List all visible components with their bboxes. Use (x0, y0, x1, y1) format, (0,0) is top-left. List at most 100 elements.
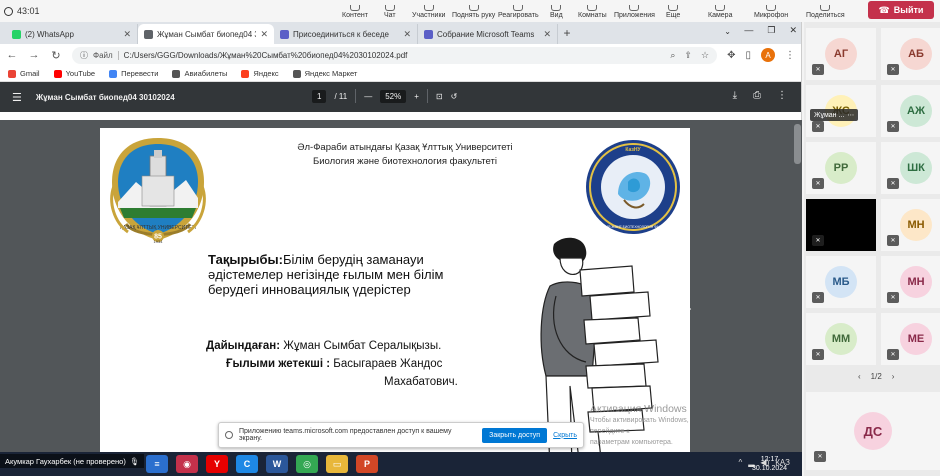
browser-tab-2[interactable]: Присоединиться к беседе ✕ (274, 24, 418, 44)
more-options-icon[interactable]: ⋮ (777, 90, 787, 101)
chevron-left-icon[interactable]: ‹ (858, 372, 861, 381)
toolbar-icon (715, 5, 726, 11)
bookmark-5[interactable]: Яндекс Маркет (292, 69, 357, 78)
reload-icon[interactable]: ↻ (50, 49, 62, 62)
zoom-in-icon[interactable]: + (414, 92, 419, 101)
pdf-viewport[interactable]: ҚАЗАҚ ҰЛТТЫҚ УНИВЕРСИТЕТІ 85 1934 Әл-Фар… (0, 120, 802, 452)
word-icon[interactable]: W (266, 455, 288, 473)
davinci-icon[interactable]: ◉ (176, 455, 198, 473)
self-view-tile[interactable]: ДС ✕ (806, 392, 940, 470)
bookmark-label: Перевести (121, 69, 159, 78)
zoom-icon[interactable]: ⌕ (670, 50, 675, 61)
tab-close-icon[interactable]: ✕ (260, 29, 268, 40)
participant-tile-11[interactable]: МЕ ✕ (881, 313, 940, 365)
bookmark-4[interactable]: Яндекс (241, 69, 279, 78)
toolbar-icon (551, 5, 562, 11)
info-icon (225, 431, 233, 439)
more-icon[interactable]: ⋯ (847, 111, 854, 119)
participant-tile-4[interactable]: РР ✕ (806, 142, 876, 194)
zoom-out-icon[interactable]: — (364, 92, 372, 101)
bookmark-3[interactable]: Авиабилеты (172, 69, 227, 78)
participant-tile-6[interactable]: ✕ (806, 199, 876, 251)
bookmark-star-icon[interactable]: ☆ (701, 50, 709, 61)
ccleaner-icon[interactable]: C (236, 455, 258, 473)
teams-tool-label: Микрофон (754, 12, 789, 19)
teams-tool-1[interactable]: Чат (384, 0, 396, 22)
close-icon[interactable]: ✕ (789, 25, 797, 36)
hamburger-menu-icon[interactable]: ☰ (12, 91, 22, 104)
tab-close-icon[interactable]: ✕ (123, 29, 131, 40)
minimize-icon[interactable]: — (744, 25, 753, 36)
browser-tab-1[interactable]: Жұман Сымбат биопед04 30102 ✕ (138, 24, 274, 44)
participant-tile-5[interactable]: ШК ✕ (881, 142, 940, 194)
participant-tile-0[interactable]: АГ ✕ (806, 28, 876, 80)
mic-off-icon: ✕ (812, 178, 824, 189)
print-icon[interactable]: ⎙ (753, 90, 761, 101)
supervisor-line: Ғылыми жетекші : Басыгараев Жандос (226, 358, 442, 370)
download-icon[interactable]: ⤓ (733, 90, 737, 101)
page-number-input[interactable]: 1 (312, 89, 327, 103)
teams-tool-10[interactable]: Микрофон (754, 0, 788, 22)
browser-tab-3[interactable]: Собрание Microsoft Teams ✕ (418, 24, 558, 44)
address-url[interactable]: C:/Users/GGG/Downloads/Жұман%20Сымбат%20… (124, 51, 666, 60)
teams-tool-8[interactable]: Еще (666, 0, 680, 22)
chrome-icon[interactable]: ◎ (296, 455, 318, 473)
participant-tile-9[interactable]: МН ✕ (881, 256, 940, 308)
teams-tool-0[interactable]: Контент (342, 0, 368, 22)
teams-tool-5[interactable]: Вид (550, 0, 563, 22)
zoom-input[interactable]: 52% (380, 89, 407, 103)
pdf-scrollbar[interactable] (793, 120, 802, 452)
bookmark-2[interactable]: Перевести (109, 69, 158, 78)
activation-sub-2: параметрам компьютера. (590, 439, 673, 446)
presenter-name-label: Акумкар Гаухарбек (не проверено) 🎙 (0, 454, 145, 468)
toolbar-icon (468, 5, 479, 11)
explorer-icon[interactable]: ▭ (326, 455, 348, 473)
chevron-right-icon[interactable]: › (892, 372, 895, 381)
tab-close-icon[interactable]: ✕ (403, 29, 411, 40)
info-icon[interactable]: ⓘ (80, 50, 88, 61)
menu-kebab-icon[interactable]: ⋮ (785, 50, 795, 61)
bookmark-0[interactable]: Gmail (8, 69, 40, 78)
shield-icon (4, 6, 13, 16)
participant-tile-2[interactable]: ЖСЖұман ...⋯✕ (806, 85, 876, 137)
leave-button[interactable]: ☎ Выйти (868, 1, 934, 19)
system-clock[interactable]: 12:17 30.10.2024 (752, 455, 787, 473)
rotate-icon[interactable]: ↺ (451, 92, 458, 101)
teams-tool-3[interactable]: Поднять руку (452, 0, 495, 22)
fit-page-icon[interactable]: ⊡ (436, 92, 443, 101)
teams-tool-4[interactable]: Реагировать (498, 0, 539, 22)
profile-avatar[interactable]: A (761, 48, 775, 62)
back-icon[interactable]: ← (6, 49, 18, 61)
tray-chevron-icon[interactable]: ^ (739, 458, 743, 467)
participant-tile-3[interactable]: АЖ ✕ (881, 85, 940, 137)
browser-tab-0[interactable]: (2) WhatsApp ✕ (6, 24, 138, 44)
maximize-icon[interactable]: ❐ (767, 25, 775, 36)
share-icon[interactable]: ⇪ (684, 50, 692, 61)
teams-tool-11[interactable]: Поделиться (806, 0, 845, 22)
bookmark-1[interactable]: YouTube (53, 69, 95, 78)
teams-tool-7[interactable]: Приложения (614, 0, 655, 22)
new-tab-button[interactable]: + (558, 26, 576, 40)
taskview-icon[interactable]: ≡ (146, 455, 168, 473)
yandex-browser-icon[interactable]: Y (206, 455, 228, 473)
forward-icon[interactable]: → (28, 49, 40, 61)
extensions-icon[interactable]: ✥ (727, 50, 735, 61)
participant-tile-7[interactable]: МН ✕ (881, 199, 940, 251)
toolbar-icon (349, 5, 360, 11)
teams-tool-2[interactable]: Участники (412, 0, 445, 22)
topic-line-1: Білім берудің заманауи (282, 252, 424, 267)
activation-title: Активация Windows (590, 403, 687, 415)
teams-tool-9[interactable]: Камера (708, 0, 732, 22)
stop-sharing-button[interactable]: Закрыть доступ (482, 427, 548, 443)
scrollbar-thumb[interactable] (794, 124, 801, 164)
powerpoint-icon[interactable]: P (356, 455, 378, 473)
participant-tile-10[interactable]: ММ ✕ (806, 313, 876, 365)
hide-banner-link[interactable]: Скрыть (553, 432, 577, 439)
address-bar[interactable]: ⓘ Файл C:/Users/GGG/Downloads/Жұман%20Сы… (72, 46, 718, 64)
tab-search-icon[interactable]: ⌄ (724, 27, 731, 36)
participant-tile-1[interactable]: АБ ✕ (881, 28, 940, 80)
sidepanel-icon[interactable]: ▯ (745, 50, 751, 61)
teams-tool-6[interactable]: Комнаты (578, 0, 607, 22)
tab-close-icon[interactable]: ✕ (543, 29, 551, 40)
participant-tile-8[interactable]: МБ ✕ (806, 256, 876, 308)
